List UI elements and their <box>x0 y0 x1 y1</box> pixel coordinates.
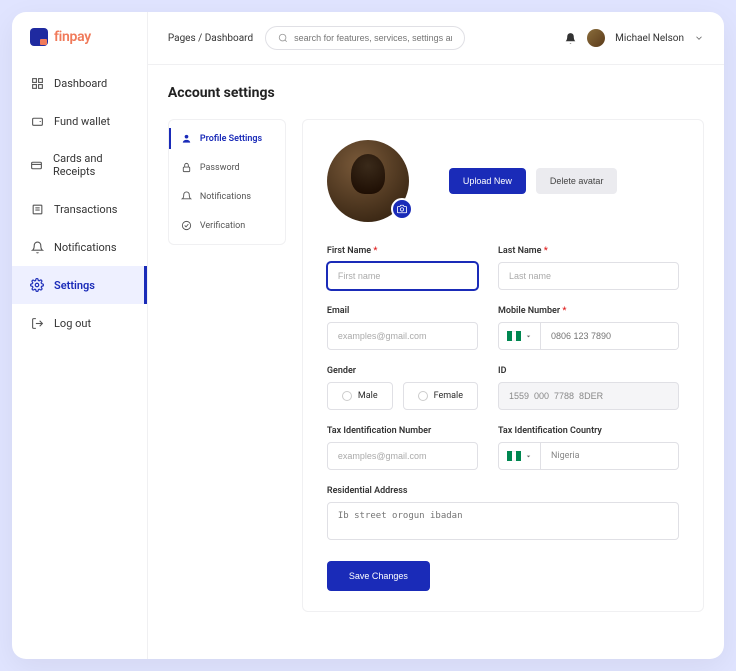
sidebar-item-label: Cards and Receipts <box>53 152 129 178</box>
user-name: Michael Nelson <box>615 33 684 44</box>
subnav-notifications[interactable]: Notifications <box>169 182 285 211</box>
sidebar-item-dashboard[interactable]: Dashboard <box>12 64 147 102</box>
subnav-label: Notifications <box>200 192 251 202</box>
search-box[interactable] <box>265 26 465 50</box>
save-changes-button[interactable]: Save Changes <box>327 561 430 591</box>
id-label: ID <box>498 366 679 376</box>
logo-mark-icon <box>30 28 48 46</box>
avatar[interactable] <box>587 29 605 47</box>
search-input[interactable] <box>294 33 452 43</box>
last-name-label: Last Name * <box>498 246 679 256</box>
sidebar-item-label: Notifications <box>54 241 117 254</box>
address-label: Residential Address <box>327 486 679 496</box>
search-icon <box>278 33 288 43</box>
sidebar-item-label: Transactions <box>54 203 117 216</box>
country-code-selector[interactable] <box>499 323 541 349</box>
tin-field: Tax Identification Number <box>327 426 478 470</box>
check-badge-icon <box>181 220 192 231</box>
content-area: Pages / Dashboard Michael Nelson Account… <box>148 12 724 659</box>
radio-icon <box>342 391 352 401</box>
last-name-input[interactable] <box>498 262 679 290</box>
first-name-field: First Name * <box>327 246 478 290</box>
chevron-down-icon <box>525 333 532 340</box>
sidebar: finpay Dashboard Fund wallet Cards and R… <box>12 12 148 659</box>
subnav-label: Password <box>200 163 240 173</box>
chevron-down-icon[interactable] <box>694 33 704 43</box>
first-name-label: First Name * <box>327 246 478 256</box>
subnav-verification[interactable]: Verification <box>169 211 285 240</box>
gender-label: Gender <box>327 366 478 376</box>
subnav-label: Verification <box>200 221 245 231</box>
settings-panel: Upload New Delete avatar First Name * La… <box>302 119 704 612</box>
camera-button[interactable] <box>391 198 413 220</box>
wallet-icon <box>30 114 44 128</box>
address-input[interactable] <box>327 502 679 540</box>
lock-icon <box>181 162 192 173</box>
mobile-field: Mobile Number * <box>498 306 679 350</box>
email-field: Email <box>327 306 478 350</box>
email-label: Email <box>327 306 478 316</box>
card-icon <box>30 158 43 172</box>
transactions-icon <box>30 202 44 216</box>
mobile-input-group[interactable] <box>498 322 679 350</box>
upload-new-button[interactable]: Upload New <box>449 168 526 194</box>
person-icon <box>181 133 192 144</box>
mobile-label: Mobile Number * <box>498 306 679 316</box>
sidebar-item-settings[interactable]: Settings <box>12 266 147 304</box>
bell-icon <box>30 240 44 254</box>
logout-icon <box>30 316 44 330</box>
settings-subnav: Profile Settings Password Notifications <box>168 119 286 245</box>
nigeria-flag-icon <box>507 331 521 341</box>
subnav-password[interactable]: Password <box>169 153 285 182</box>
sidebar-item-transactions[interactable]: Transactions <box>12 190 147 228</box>
tax-country-label: Tax Identification Country <box>498 426 679 436</box>
delete-avatar-button[interactable]: Delete avatar <box>536 168 618 194</box>
bell-icon <box>181 191 192 202</box>
gender-female-option[interactable]: Female <box>403 382 478 410</box>
sidebar-item-label: Fund wallet <box>54 115 110 128</box>
logo: finpay <box>12 28 147 64</box>
email-input[interactable] <box>327 322 478 350</box>
first-name-input[interactable] <box>327 262 478 290</box>
subnav-profile[interactable]: Profile Settings <box>169 124 285 153</box>
main-panel: Account settings Profile Settings Passwo… <box>148 65 724 632</box>
sidebar-item-logout[interactable]: Log out <box>12 304 147 342</box>
app-shell: finpay Dashboard Fund wallet Cards and R… <box>12 12 724 659</box>
profile-avatar <box>327 140 409 222</box>
gender-field: Gender Male Female <box>327 366 478 410</box>
sidebar-item-fund-wallet[interactable]: Fund wallet <box>12 102 147 140</box>
brand-name: finpay <box>54 29 91 45</box>
sidebar-item-notifications[interactable]: Notifications <box>12 228 147 266</box>
id-input <box>498 382 679 410</box>
sidebar-item-label: Settings <box>54 279 95 292</box>
notification-bell-icon[interactable] <box>564 32 577 45</box>
tin-input[interactable] <box>327 442 478 470</box>
last-name-field: Last Name * <box>498 246 679 290</box>
mobile-input[interactable] <box>541 323 678 349</box>
sidebar-item-cards[interactable]: Cards and Receipts <box>12 140 147 190</box>
gender-male-option[interactable]: Male <box>327 382 393 410</box>
country-flag <box>499 443 541 469</box>
sidebar-item-label: Log out <box>54 317 91 330</box>
chevron-down-icon <box>525 453 532 460</box>
subnav-label: Profile Settings <box>200 134 262 144</box>
sidebar-item-label: Dashboard <box>54 77 107 90</box>
nigeria-flag-icon <box>507 451 521 461</box>
page-title: Account settings <box>168 85 704 101</box>
gear-icon <box>30 278 44 292</box>
id-field: ID <box>498 366 679 410</box>
dashboard-icon <box>30 76 44 90</box>
radio-icon <box>418 391 428 401</box>
tax-country-select[interactable]: Nigeria <box>498 442 679 470</box>
topbar: Pages / Dashboard Michael Nelson <box>148 12 724 65</box>
address-field: Residential Address <box>327 486 679 543</box>
breadcrumb: Pages / Dashboard <box>168 33 253 44</box>
tax-country-field: Tax Identification Country Nigeria <box>498 426 679 470</box>
tin-label: Tax Identification Number <box>327 426 478 436</box>
